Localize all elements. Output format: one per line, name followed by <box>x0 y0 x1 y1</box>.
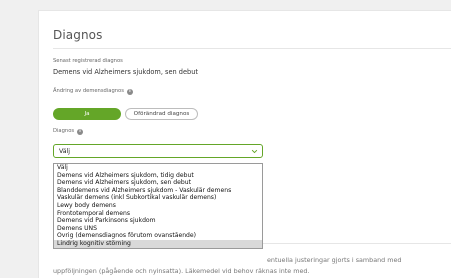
info-icon[interactable]: i <box>126 89 133 95</box>
footer-text-line2: uppföljningen (pågående och nyinsatta). … <box>53 267 310 275</box>
info-icon[interactable]: i <box>77 129 84 135</box>
diagnosis-select[interactable]: Välj <box>53 144 263 158</box>
unchanged-diagnosis-button[interactable]: Oförändrad diagnos <box>125 108 198 120</box>
dropdown-option[interactable]: Välj <box>54 164 262 172</box>
diagnosis-label-row: Diagnos i <box>53 128 84 135</box>
title-divider <box>53 48 451 49</box>
change-diagnosis-label: Ändring av demensdiagnos <box>53 88 124 94</box>
footer-text-line1: entuella justeringar gjorts i samband me… <box>267 256 402 264</box>
dropdown-option[interactable]: Frontotemporal demens <box>54 210 262 218</box>
dropdown-option[interactable]: Demens vid Alzheimers sjukdom, sen debut <box>54 179 262 187</box>
dropdown-option[interactable]: Demens UNS <box>54 225 262 233</box>
change-diagnosis-label-row: Ändring av demensdiagnos i <box>53 88 133 95</box>
diagnosis-dropdown-list: Välj Demens vid Alzheimers sjukdom, tidig… <box>53 163 263 249</box>
yes-button[interactable]: Ja <box>53 108 121 120</box>
dropdown-option[interactable]: Demens vid Parkinsons sjukdom <box>54 217 262 225</box>
diagnosis-label: Diagnos <box>53 128 75 134</box>
dropdown-option[interactable]: Demens vid Alzheimers sjukdom, tidig deb… <box>54 172 262 180</box>
dropdown-option[interactable]: Blanddemens vid Alzheimers sjukdom - Vas… <box>54 187 262 195</box>
diagnosis-select-value: Välj <box>59 148 70 155</box>
latest-diagnosis-value: Demens vid Alzheimers sjukdom, sen debut <box>53 68 198 76</box>
diagnosis-card: Diagnos Senast registrerad diagnos Demen… <box>38 10 451 278</box>
dropdown-option[interactable]: Lindrig kognitiv störning <box>54 239 262 248</box>
section-title: Diagnos <box>53 28 103 42</box>
dropdown-option[interactable]: Övrig (demensdiagnos förutom ovanstående… <box>54 232 262 240</box>
dropdown-option[interactable]: Vaskulär demens (inkl Subkortikal vaskul… <box>54 194 262 202</box>
dropdown-option[interactable]: Lewy body demens <box>54 202 262 210</box>
chevron-down-icon <box>251 149 258 154</box>
latest-diagnosis-label: Senast registrerad diagnos <box>53 58 123 64</box>
